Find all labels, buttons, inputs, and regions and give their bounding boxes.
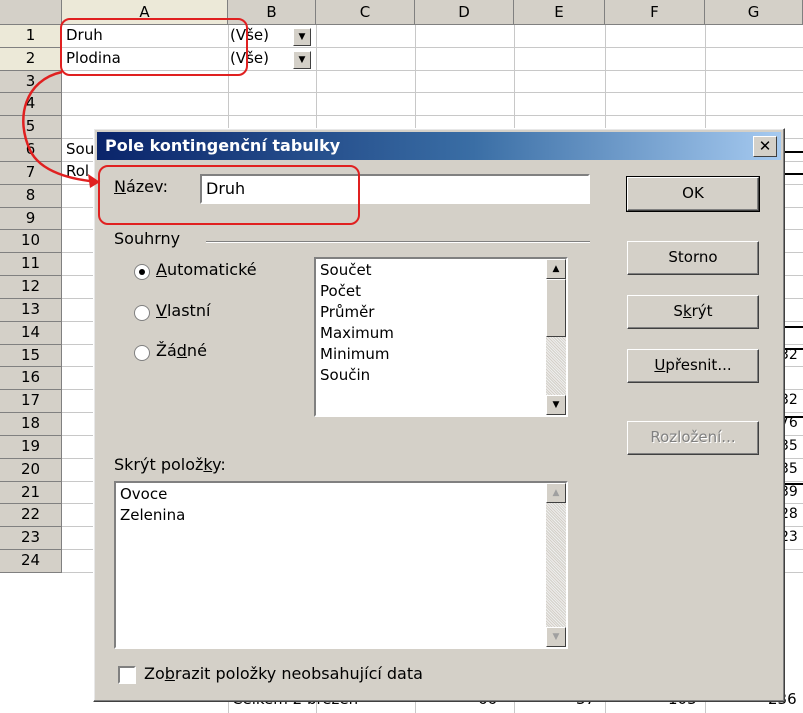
highlight-arrow xyxy=(22,70,101,188)
arrowhead-icon xyxy=(88,174,100,188)
arrow-curve xyxy=(22,70,101,184)
